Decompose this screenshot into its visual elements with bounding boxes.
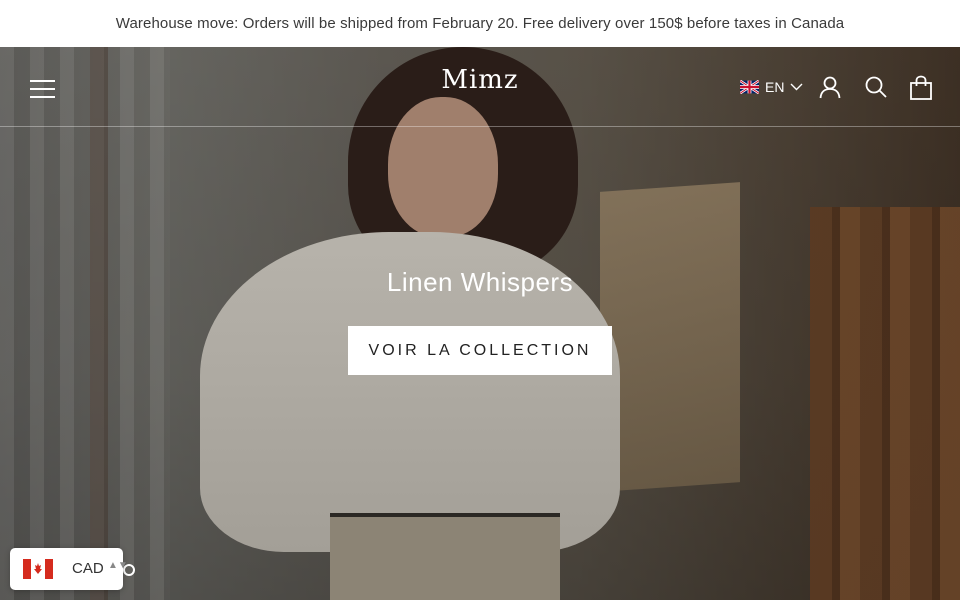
folding-screen-decoration (810, 207, 960, 600)
currency-caret-icon: ▲▼ (108, 560, 128, 571)
hero-banner (0, 47, 960, 600)
uk-flag-icon (740, 80, 759, 94)
currency-code: CAD (72, 560, 104, 577)
menu-icon[interactable] (30, 80, 55, 98)
view-collection-button[interactable]: VOIR LA COLLECTION (348, 326, 612, 375)
wood-panel-decoration (600, 182, 740, 492)
curtain-decoration (0, 47, 170, 600)
cart-icon[interactable] (909, 75, 935, 101)
announcement-text: Warehouse move: Orders will be shipped f… (115, 15, 845, 32)
chevron-down-icon (790, 83, 803, 91)
search-icon[interactable] (864, 75, 890, 101)
announcement-bar: Warehouse move: Orders will be shipped f… (0, 0, 960, 47)
site-logo[interactable]: Mimz (420, 65, 540, 95)
currency-selector[interactable]: CAD ▲▼ (10, 548, 128, 590)
model-trousers (330, 517, 560, 600)
site-header: Mimz EN (0, 47, 960, 127)
hero-title: Linen Whispers (386, 267, 574, 297)
language-selector[interactable]: EN (740, 79, 803, 95)
language-label: EN (765, 79, 785, 95)
window-decoration (90, 47, 108, 600)
canada-flag-icon (23, 559, 53, 579)
account-icon[interactable] (818, 75, 844, 101)
